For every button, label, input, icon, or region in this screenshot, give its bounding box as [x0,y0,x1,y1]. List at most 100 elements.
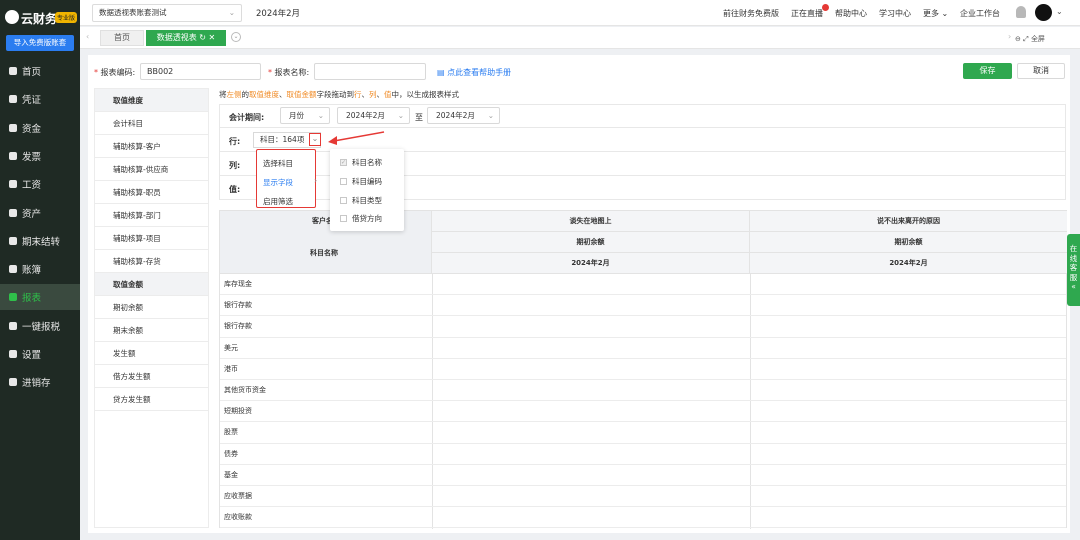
import-account-button[interactable]: 导入免费版账套 [6,35,74,51]
online-service-button[interactable]: 在线客服 « [1067,234,1080,306]
field-option-label: 科目类型 [352,196,382,205]
dimension-header: 取值维度 [95,89,208,112]
field-item[interactable]: 辅助核算-存货 [95,250,208,273]
refresh-icon[interactable]: ↻ [199,33,206,42]
sidebar-item[interactable]: 发票 [0,143,80,169]
avatar[interactable] [1035,4,1052,21]
sidebar-item[interactable]: 报表 [0,284,80,311]
menu-enable-filter[interactable]: 启用筛选 [263,196,293,207]
link-free-version[interactable]: 前往财务免费版 [723,8,779,19]
table-row: 股票 [220,422,1066,444]
link-learning-center[interactable]: 学习中心 [879,8,911,19]
sidebar-item[interactable]: 进销存 [0,369,80,395]
sidebar-item-label: 工资 [22,180,42,192]
field-item[interactable]: 会计科目 [95,112,208,135]
table-row: 美元 [220,338,1066,359]
sidebar-item[interactable]: 一键报税 [0,313,80,339]
field-option[interactable]: 借贷方向 [340,213,382,224]
top-bar: 数据透视表账套测试 ⌄ 2024年2月 前往财务免费版 正在直播 帮助中心 学习… [80,0,1080,26]
account-select[interactable]: 数据透视表账套测试 ⌄ [92,4,242,22]
chevron-left-icon: « [1071,282,1076,291]
field-item[interactable]: 辅助核算-客户 [95,135,208,158]
table-row: 债券 [220,444,1066,465]
row-subject-name: 银行存款 [224,322,252,331]
period-type-select[interactable]: 月份 ⌄ [280,107,330,124]
field-item[interactable]: 借方发生额 [95,365,208,388]
sidebar-item[interactable]: 工资 [0,171,80,197]
cancel-button[interactable]: 取消 [1017,63,1065,79]
link-more[interactable]: 更多 ⌄ [923,8,948,19]
field-option[interactable]: 科目编码 [340,176,382,187]
period-to-select[interactable]: 2024年2月 ⌄ [427,107,500,124]
menu-select-subject[interactable]: 选择科目 [263,158,293,169]
sidebar-item[interactable]: 凭证 [0,86,80,112]
field-item[interactable]: 辅助核算-项目 [95,227,208,250]
help-manual-link[interactable]: ▤ 点此查看帮助手册 [437,67,511,78]
report-name-input[interactable] [314,63,426,80]
brand-badge: 专业版 [55,12,78,23]
hint-text: 、 [279,90,287,99]
hint-row: 行 [354,90,362,99]
period-from-value: 2024年2月 [346,111,385,120]
tab-pivot-table[interactable]: 数据透视表 ↻ ✕ [146,30,226,46]
brand-name: 云财务 [21,12,58,26]
sidebar-item-label: 首页 [22,67,42,78]
link-help-center[interactable]: 帮助中心 [835,8,867,19]
field-option-label: 科目编码 [352,177,382,186]
sidebar-item[interactable]: 期末结转 [0,228,80,254]
home-icon [9,67,17,75]
chevron-down-icon[interactable]: ⌄ [309,133,321,146]
field-option[interactable]: 科目类型 [340,195,382,206]
sidebar-item[interactable]: 首页 [0,58,80,84]
inventory-icon [9,378,17,387]
row-field-menu: 选择科目 显示字段 启用筛选 [256,149,316,208]
field-item[interactable]: 期末余额 [95,319,208,342]
sidebar-item[interactable]: 资产 [0,200,80,226]
field-item[interactable]: 期初余额 [95,296,208,319]
bell-icon[interactable] [1016,6,1026,18]
column-group-header: 谈失在地图上 [432,211,750,232]
field-option[interactable]: ✓ 科目名称 [340,157,382,168]
table-row: 其他货币资金 [220,380,1066,402]
ledger-icon [9,265,17,274]
menu-show-fields[interactable]: 显示字段 [263,177,293,188]
sidebar-item-label: 凭证 [22,95,42,107]
field-item[interactable]: 辅助核算-职员 [95,181,208,204]
close-icon[interactable]: ✕ [209,33,216,42]
hint-text: 中，以生成报表样式 [391,90,460,99]
tab-scroll-right-icon[interactable]: › [1008,32,1011,41]
save-button[interactable]: 保存 [963,63,1012,79]
link-enterprise-workbench[interactable]: 企业工作台 [960,8,1000,19]
chevron-down-icon[interactable]: ⌄ [1056,7,1063,16]
tab-scroll-left-icon[interactable]: ‹ [86,32,89,41]
checkbox-icon [340,215,347,222]
invoice-icon [9,151,17,160]
period-from-select[interactable]: 2024年2月 ⌄ [337,107,410,124]
sidebar-item[interactable]: 账簿 [0,256,80,282]
row-subject-name: 应收票据 [224,492,252,500]
report-code-label-text: 报表编码: [100,68,136,77]
tab-menu-icon[interactable]: ⌄ [231,32,241,42]
row-subject-name: 港币 [224,364,238,373]
annotation-arrow-icon [328,131,385,145]
value-label: 值: [229,185,241,194]
link-live[interactable]: 正在直播 [791,8,823,19]
report-name-label: * 报表名称: [268,68,310,77]
fullscreen-button[interactable]: ⊖ ⤢ 全屏 [1015,34,1045,44]
tab-home[interactable]: 首页 [100,30,144,46]
field-item[interactable]: 辅助核算-部门 [95,204,208,227]
sidebar-item[interactable]: 资金 [0,115,80,141]
tab-pivot-label: 数据透视表 [156,33,197,42]
field-item[interactable]: 贷方发生额 [95,388,208,411]
report-code-input[interactable]: BB002 [140,63,261,80]
checkbox-icon [340,178,347,185]
field-item[interactable]: 发生额 [95,342,208,365]
table-row: 短期投资 [220,401,1066,423]
funds-icon [9,123,17,132]
row-subject-name: 库存现金 [224,280,252,288]
field-item[interactable]: 辅助核算-供应商 [95,158,208,181]
table-row: 库存现金 [220,274,1066,296]
sidebar-item[interactable]: 设置 [0,341,80,367]
sidebar-item-label: 设置 [22,350,42,361]
hint-amt: 取值金额 [286,90,317,99]
